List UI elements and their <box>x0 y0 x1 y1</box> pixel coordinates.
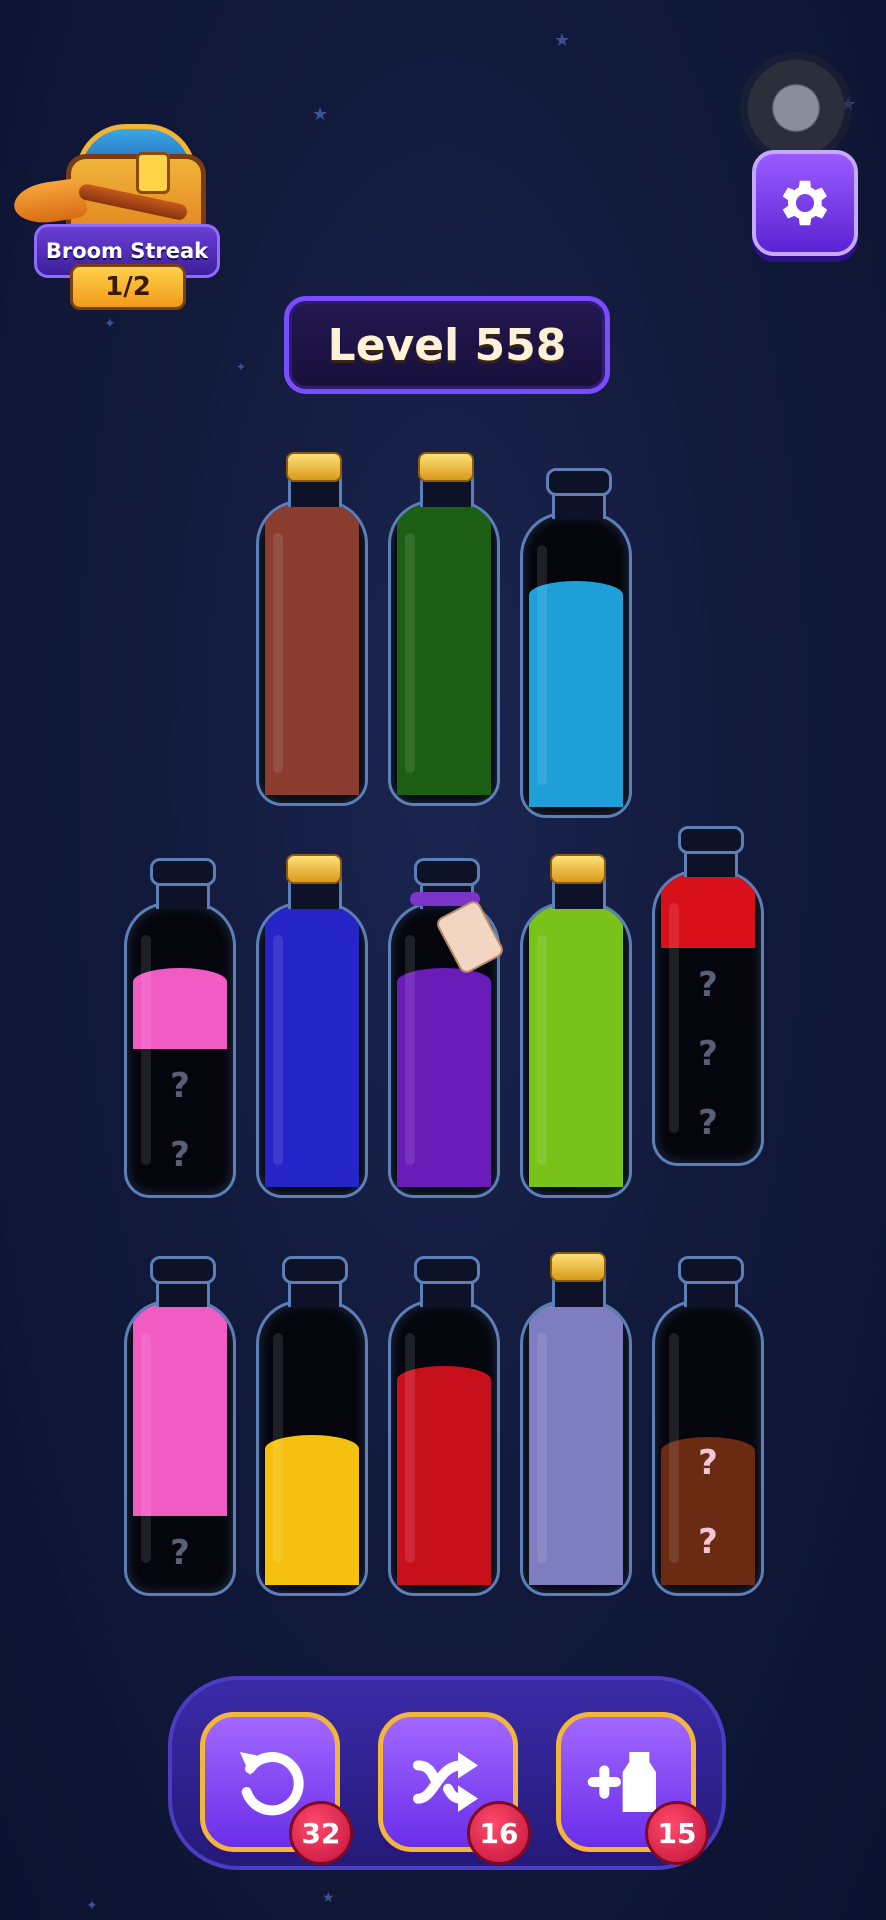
bottle[interactable] <box>388 858 506 1198</box>
glass-shine <box>537 1333 547 1563</box>
bottle-body <box>256 1300 368 1596</box>
cork <box>550 1252 606 1282</box>
streak-count: 1/2 <box>70 264 186 310</box>
bottle-rim <box>150 1256 216 1284</box>
bottle-body <box>256 500 368 806</box>
bottle[interactable] <box>520 854 632 1198</box>
record-button[interactable] <box>740 52 852 164</box>
glass-shine <box>405 1333 415 1563</box>
bottle-body: ?? <box>124 902 236 1198</box>
bottle[interactable]: ?? <box>652 1256 764 1596</box>
bottle-rim <box>414 1256 480 1284</box>
bottle[interactable] <box>256 1256 368 1596</box>
bottle-body <box>520 512 632 818</box>
settings-button[interactable] <box>752 150 858 256</box>
glass-shine <box>669 1333 679 1563</box>
bottle-body <box>388 500 500 806</box>
add-bottle-count-badge: 15 <box>645 1801 709 1865</box>
bottle-body <box>388 1300 500 1596</box>
glass-shine <box>537 935 547 1165</box>
bottle-rim <box>678 826 744 854</box>
add-bottle-button[interactable]: 15 <box>556 1712 709 1865</box>
cork <box>418 452 474 482</box>
broom-streak-widget[interactable]: Broom Streak 1/2 <box>11 118 220 310</box>
bottle[interactable] <box>520 1252 632 1596</box>
star-decoration: ✦ <box>86 1898 98 1914</box>
bottle-rim <box>546 468 612 496</box>
cork <box>286 854 342 884</box>
glass-shine <box>273 1333 283 1563</box>
bottle-body: ??? <box>652 870 764 1166</box>
bottle[interactable] <box>256 452 368 806</box>
star-decoration: ★ <box>312 104 329 125</box>
star-decoration: ✦ <box>104 316 116 332</box>
glass-shine <box>273 533 283 773</box>
bottle-body: ? <box>124 1300 236 1596</box>
shuffle-count-badge: 16 <box>467 1801 531 1865</box>
bottle[interactable]: ??? <box>652 826 764 1166</box>
glass-shine <box>537 545 547 785</box>
bottle[interactable] <box>520 468 632 818</box>
glass-shine <box>405 533 415 773</box>
bottle-body <box>520 902 632 1198</box>
undo-button[interactable]: 32 <box>200 1712 353 1865</box>
cork <box>286 452 342 482</box>
gear-icon <box>782 180 828 226</box>
bottle-rim <box>150 858 216 886</box>
bottle-body <box>256 902 368 1198</box>
glass-shine <box>669 903 679 1133</box>
bottle[interactable] <box>388 1256 500 1596</box>
bottle-body <box>520 1300 632 1596</box>
bottle[interactable]: ?? <box>124 858 236 1198</box>
level-title: Level 558 <box>284 296 610 394</box>
cork <box>550 854 606 884</box>
star-decoration: ★ <box>322 1890 335 1906</box>
bottle-rim <box>414 858 480 886</box>
star-decoration: ✦ <box>236 360 247 374</box>
glass-shine <box>141 1333 151 1563</box>
tool-tray: 32 16 15 <box>168 1676 726 1870</box>
shuffle-button[interactable]: 16 <box>378 1712 531 1865</box>
bottle[interactable] <box>388 452 500 806</box>
undo-count-badge: 32 <box>289 1801 353 1865</box>
broom-icon <box>11 176 189 227</box>
star-decoration: ★ <box>554 30 571 51</box>
bottle-rim <box>282 1256 348 1284</box>
bottle-body: ?? <box>652 1300 764 1596</box>
glass-shine <box>141 935 151 1165</box>
bottle[interactable]: ? <box>124 1256 236 1596</box>
bottle[interactable] <box>256 854 368 1198</box>
bottle-rim <box>678 1256 744 1284</box>
glass-shine <box>273 935 283 1165</box>
glass-shine <box>405 935 415 1165</box>
